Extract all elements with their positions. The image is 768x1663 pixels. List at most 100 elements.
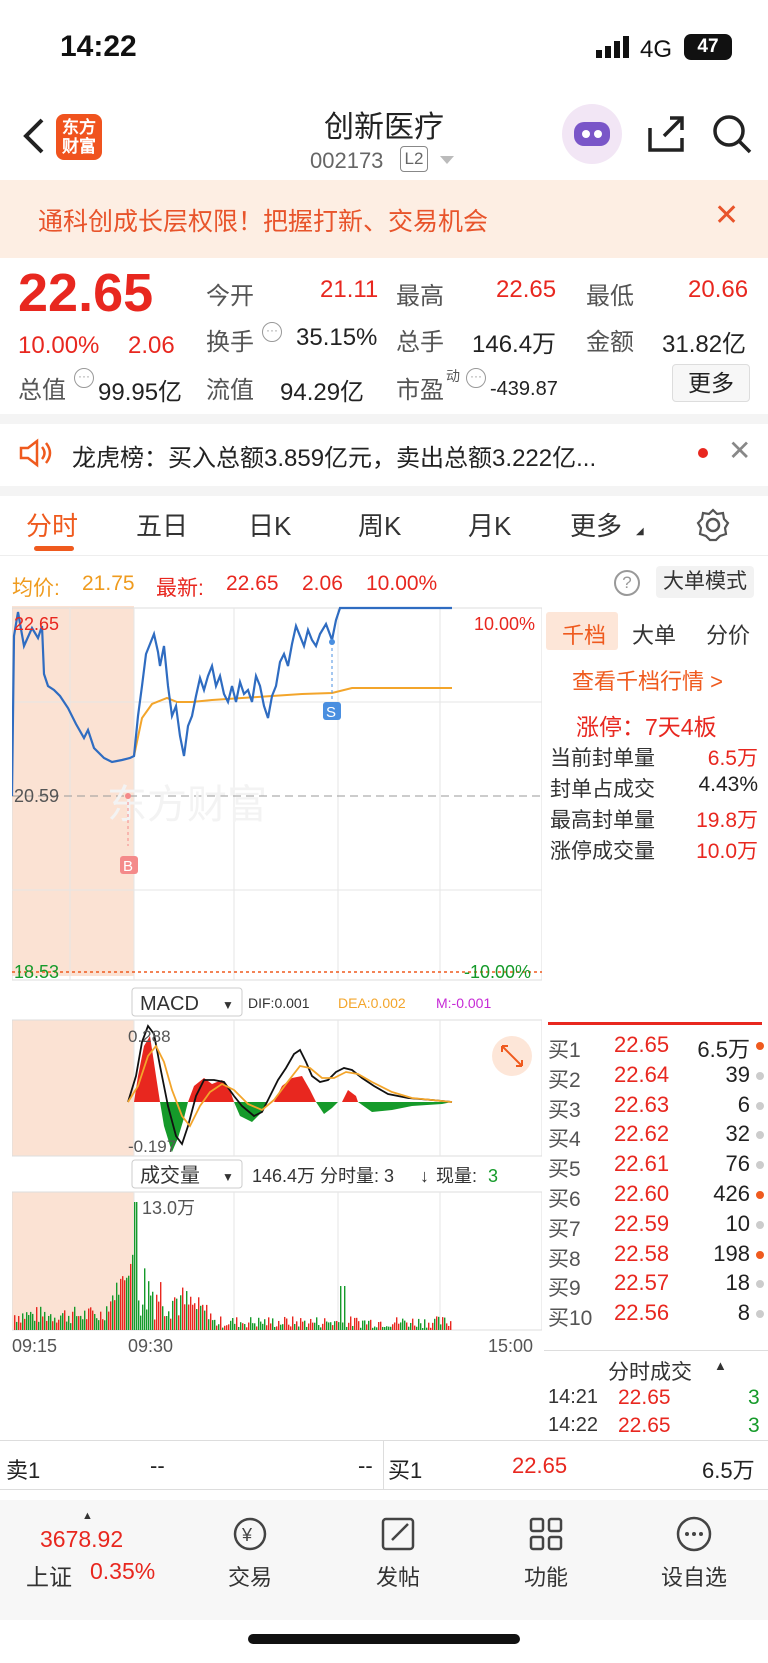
volume-bar	[16, 1321, 18, 1330]
chevron-down-icon[interactable]: ▼	[222, 998, 234, 1012]
big-order-mode-button[interactable]: 大单模式	[656, 566, 754, 598]
volume-bar	[200, 1305, 202, 1330]
divider	[544, 1350, 768, 1351]
tab-weekly-k[interactable]: 周K	[358, 506, 401, 543]
nav-functions[interactable]: 功能	[476, 1514, 616, 1592]
nav-add-watchlist[interactable]: 设自选	[624, 1514, 764, 1592]
volume-bar	[32, 1313, 34, 1330]
index-pct[interactable]: 0.35%	[90, 1558, 155, 1585]
dif-value: DIF:0.001	[248, 995, 310, 1011]
bid-volume: 39	[725, 1061, 750, 1087]
nav-trade[interactable]: ¥ 交易	[180, 1514, 320, 1592]
intraday-chart[interactable]: 东方财富 B S 22.65 20.59 18.53 10.00% -10.00…	[12, 606, 542, 1406]
side-tab-price-dist[interactable]: 分价	[706, 618, 750, 650]
tab-five-day[interactable]: 五日	[136, 506, 188, 543]
l2-badge[interactable]: L2	[400, 146, 428, 172]
order-book-row[interactable]: 买4 22.62 32	[548, 1121, 764, 1153]
search-icon[interactable]	[712, 114, 752, 154]
volume-bar	[234, 1323, 236, 1330]
home-indicator[interactable]	[248, 1634, 520, 1644]
pe-label: 市盈	[396, 377, 444, 404]
close-icon[interactable]: ✕	[714, 198, 739, 233]
settings-gear-icon[interactable]	[696, 508, 730, 542]
index-name[interactable]: 上证	[26, 1558, 72, 1592]
more-button[interactable]: 更多	[672, 364, 750, 402]
tab-monthly-k[interactable]: 月K	[468, 506, 511, 543]
volume-bar	[298, 1326, 300, 1330]
volume-bar	[362, 1320, 364, 1330]
tick-trades-title[interactable]: 分时成交	[608, 1356, 692, 1386]
volume-bar	[166, 1316, 168, 1330]
nav-post[interactable]: 发帖	[328, 1514, 468, 1592]
volume-bar	[186, 1291, 188, 1330]
tab-more[interactable]: 更多	[570, 506, 622, 543]
volume-bar	[238, 1326, 240, 1330]
order-book-row[interactable]: 买1 22.65 6.5万	[548, 1032, 764, 1064]
high-value: 22.65	[496, 276, 557, 303]
chevron-down-icon[interactable]: ▼	[222, 1170, 234, 1184]
close-icon[interactable]: ✕	[728, 434, 751, 467]
buy-marker[interactable]: B	[123, 858, 133, 875]
volume-bar	[430, 1327, 432, 1330]
dropdown-icon[interactable]: ◢	[636, 526, 644, 537]
sell-marker[interactable]: S	[326, 704, 336, 721]
volume-bar	[216, 1325, 218, 1330]
macd-selector[interactable]: MACD	[140, 993, 199, 1015]
volume-bar	[418, 1318, 420, 1330]
volume-bar	[174, 1297, 176, 1330]
dragon-tiger-text[interactable]: 龙虎榜：买入总额3.859亿元，卖出总额3.222亿...	[72, 438, 596, 473]
volume-bar	[172, 1300, 174, 1330]
promo-text[interactable]: 通科创成长层权限！把握打新、交易机会	[38, 202, 488, 238]
info-icon[interactable]: ···	[74, 368, 94, 388]
volume-bar	[214, 1319, 216, 1330]
depth-link[interactable]: 查看千档行情 >	[572, 664, 723, 696]
volume-bar	[168, 1311, 170, 1330]
volume-selector[interactable]: 成交量	[140, 1164, 200, 1187]
chevron-down-icon[interactable]	[440, 156, 454, 164]
status-time: 14:22	[60, 30, 137, 63]
order-book-row[interactable]: 买2 22.64 39	[548, 1062, 764, 1094]
volume-bar	[440, 1324, 442, 1330]
tick-time: 14:22	[548, 1414, 599, 1436]
promo-banner[interactable]: 通科创成长层权限！把握打新、交易机会 ✕	[0, 180, 768, 258]
volume-bar	[84, 1310, 86, 1330]
bid-level-label: 买4	[548, 1128, 581, 1152]
order-book-row[interactable]: 买6 22.60 426	[548, 1181, 764, 1213]
tab-daily-k[interactable]: 日K	[248, 506, 291, 543]
bid-price: 22.61	[614, 1151, 670, 1177]
seal-label: 当前封单量	[550, 747, 655, 770]
volume-bar	[404, 1320, 406, 1330]
assistant-robot-icon[interactable]	[562, 104, 622, 164]
bid-price: 22.58	[614, 1240, 670, 1266]
side-tab-big-order[interactable]: 大单	[632, 618, 676, 650]
order-book-row[interactable]: 买8 22.58 198	[548, 1241, 764, 1273]
order-book-row[interactable]: 买5 22.61 76	[548, 1151, 764, 1183]
index-value[interactable]: 3678.92	[40, 1526, 123, 1553]
help-icon[interactable]: ?	[614, 570, 640, 596]
order-book-row[interactable]: 买10 22.56 8	[548, 1300, 764, 1332]
volume-info: 146.4万 分时量: 3	[252, 1166, 394, 1186]
volume-now: 3	[488, 1166, 498, 1186]
order-book-row[interactable]: 买3 22.63 6	[548, 1092, 764, 1124]
info-icon[interactable]: ···	[262, 322, 282, 342]
order-book-row[interactable]: 买7 22.59 10	[548, 1211, 764, 1243]
bid-volume: 10	[725, 1210, 750, 1236]
order-book-row[interactable]: 买9 22.57 18	[548, 1270, 764, 1302]
volume-bar	[378, 1322, 380, 1330]
more-dots-icon	[676, 1516, 712, 1552]
volume-bar	[48, 1315, 50, 1330]
side-tab-depth[interactable]: 千档	[562, 618, 606, 650]
info-icon[interactable]: ···	[466, 368, 486, 388]
dragon-tiger-bar[interactable]: 龙虎榜：买入总额3.859亿元，卖出总额3.222亿... ✕	[0, 420, 768, 486]
tab-intraday[interactable]: 分时	[26, 506, 78, 543]
volume-bar	[444, 1317, 446, 1330]
volume-bar	[354, 1317, 356, 1330]
volume-bar	[330, 1322, 332, 1330]
buy1-vol: 6.5万	[702, 1458, 755, 1483]
volume-label: 总手	[396, 329, 444, 356]
volume-bar	[76, 1316, 78, 1330]
chevron-up-icon[interactable]: ▲	[714, 1358, 727, 1373]
share-icon[interactable]	[646, 114, 686, 154]
y-top-label: 22.65	[14, 614, 59, 634]
volume-bar	[252, 1323, 254, 1330]
